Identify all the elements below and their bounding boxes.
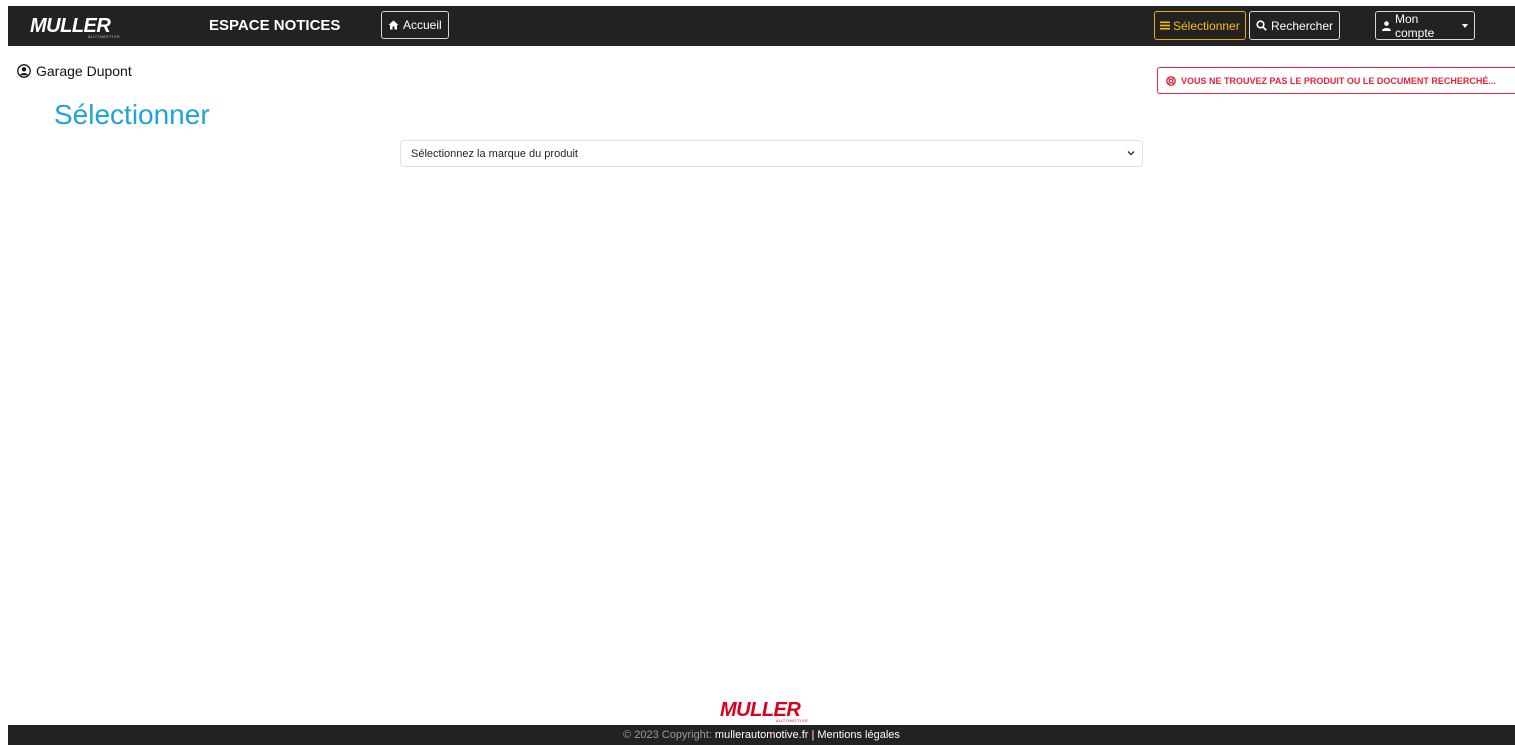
home-button[interactable]: Accueil: [381, 11, 449, 39]
current-user: Garage Dupont: [17, 63, 132, 79]
caret-down-icon: [1462, 23, 1468, 28]
search-nav-label: Rechercher: [1271, 18, 1334, 33]
search-nav-button[interactable]: Rechercher: [1249, 11, 1341, 40]
footer-copyright: © 2023 Copyright:: [623, 729, 712, 741]
brand-select-value: Sélectionnez la marque du produit: [411, 147, 578, 160]
muller-logo[interactable]: MULLER AUTOMOTIVE: [30, 15, 138, 39]
footer-site-link[interactable]: mullerautomotive.fr: [715, 729, 809, 741]
account-label: Mon compte: [1395, 11, 1435, 40]
home-button-label: Accueil: [403, 18, 442, 32]
user-name: Garage Dupont: [36, 63, 132, 79]
svg-text:AUTOMOTIVE: AUTOMOTIVE: [88, 34, 120, 39]
select-nav-button[interactable]: Sélectionner: [1154, 11, 1246, 40]
alert-text: VOUS NE TROUVEZ PAS LE PRODUIT OU LE DOC…: [1181, 75, 1496, 86]
page-title: Sélectionner: [54, 99, 210, 130]
select-nav-label: Sélectionner: [1173, 18, 1240, 33]
account-dropdown-button[interactable]: Mon compte: [1375, 11, 1475, 40]
lifebuoy-icon: [1166, 75, 1176, 86]
chevron-down-icon: [1127, 150, 1135, 156]
espace-notices-title: ESPACE NOTICES: [209, 17, 341, 34]
footer-separator: |: [811, 729, 815, 741]
home-icon: [388, 20, 399, 30]
search-icon: [1256, 20, 1267, 31]
svg-text:AUTOMOTIVE: AUTOMOTIVE: [776, 718, 808, 723]
footer-legal-link[interactable]: Mentions légales: [817, 729, 900, 741]
user-icon: [1382, 20, 1391, 31]
top-navbar: MULLER AUTOMOTIVE ESPACE NOTICES Accueil…: [8, 6, 1515, 46]
footer-muller-logo: MULLER AUTOMOTIVE: [720, 699, 808, 723]
product-not-found-alert[interactable]: VOUS NE TROUVEZ PAS LE PRODUIT OU LE DOC…: [1157, 67, 1515, 94]
bars-icon: [1160, 21, 1170, 30]
user-circle-icon: [17, 64, 31, 78]
brand-select[interactable]: Sélectionnez la marque du produit: [400, 140, 1143, 167]
footer: © 2023 Copyright: mullerautomotive.fr | …: [8, 725, 1515, 745]
